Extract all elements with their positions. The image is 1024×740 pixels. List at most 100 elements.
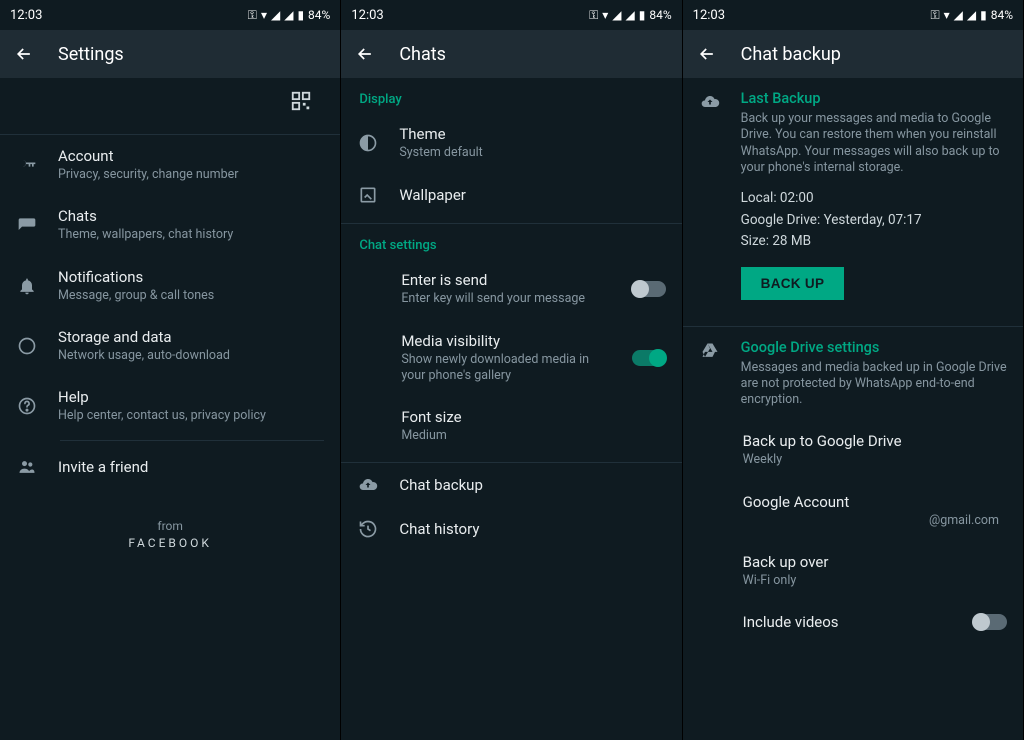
chats-item-chat-history[interactable]: Chat history [341,507,681,551]
wifi-icon: ▾ [944,8,950,22]
wallpaper-icon [357,185,379,205]
item-title: Include videos [743,613,953,631]
item-sub: Medium [401,428,665,444]
app-bar: Chats [341,30,681,78]
wifi-icon: ▾ [602,8,608,22]
data-icon [16,336,38,356]
gdrive-desc: Messages and media backed up in Google D… [741,360,1007,409]
from-label: from [0,519,340,533]
toggle-media-visibility[interactable] [632,350,666,366]
status-bar: 12:03 ⚿ ▾ ◢ ◢ ▮ 84% [683,0,1023,30]
chats-item-chat-backup[interactable]: Chat backup [341,463,681,507]
backup-item-frequency[interactable]: Back up to Google Drive Weekly [683,420,1023,480]
item-sub: Wi-Fi only [743,573,1007,589]
item-title: Chat history [399,520,665,538]
key-icon: ⚿ [589,8,598,23]
item-title: Wallpaper [399,186,665,204]
item-title: Storage and data [58,328,324,346]
signal-icon: ◢ [612,8,621,22]
settings-item-account[interactable]: Account Privacy, security, change number [0,135,340,195]
drive-icon [699,339,721,361]
item-sub: @gmail.com [743,513,1007,529]
back-icon[interactable] [697,44,717,64]
screen-settings: 12:03 ⚿ ▾ ◢ ◢ ▮ 84% Settings Account Pri… [0,0,341,740]
backup-content: Last Backup Back up your messages and me… [683,78,1023,740]
chats-item-media-visibility[interactable]: Media visibility Show newly downloaded m… [341,320,681,397]
item-title: Back up to Google Drive [743,432,1007,450]
item-sub: Message, group & call tones [58,288,324,304]
people-icon [16,457,38,477]
chats-item-font-size[interactable]: Font size Medium [341,396,681,456]
settings-list: Account Privacy, security, change number… [0,78,340,740]
item-sub: Enter key will send your message [401,291,611,307]
toggle-include-videos[interactable] [973,614,1007,630]
clock: 12:03 [693,8,725,23]
key-icon: ⚿ [248,8,257,23]
settings-item-storage[interactable]: Storage and data Network usage, auto-dow… [0,316,340,376]
item-sub: Show newly downloaded media in your phon… [401,352,611,385]
help-icon [16,396,38,416]
chat-icon [16,215,38,235]
screen-chats: 12:03 ⚿ ▾ ◢ ◢ ▮ 84% Chats Display Theme … [341,0,682,740]
last-backup-header: Last Backup [741,90,1007,107]
status-icons: ⚿ ▾ ◢ ◢ ▮ 84% [589,8,672,23]
signal-icon: ◢ [954,8,963,22]
battery-icon: ▮ [639,8,646,22]
gdrive-header: Google Drive settings [741,339,1007,356]
page-title: Settings [58,44,124,65]
battery-text: 84% [308,8,330,22]
from-facebook: from FACEBOOK [0,519,340,550]
signal-icon: ◢ [967,8,976,22]
item-sub: Privacy, security, change number [58,167,324,183]
clock: 12:03 [351,8,383,23]
signal-icon: ◢ [271,8,280,22]
battery-text: 84% [649,8,671,22]
item-title: Chats [58,207,324,225]
item-title: Theme [399,125,665,143]
back-icon[interactable] [355,44,375,64]
key-icon: ⚿ [930,8,939,23]
chats-item-wallpaper[interactable]: Wallpaper [341,173,681,217]
item-sub: Theme, wallpapers, chat history [58,227,324,243]
app-bar: Chat backup [683,30,1023,78]
chats-item-theme[interactable]: Theme System default [341,113,681,173]
item-sub: Network usage, auto-download [58,348,324,364]
chats-item-enter-send[interactable]: Enter is send Enter key will send your m… [341,259,681,319]
bell-icon [16,276,38,296]
signal-icon: ◢ [626,8,635,22]
page-title: Chats [399,44,446,65]
wifi-icon: ▾ [261,8,267,22]
item-title: Help [58,388,324,406]
signal-icon: ◢ [284,8,293,22]
item-title: Chat backup [399,476,665,494]
qr-button[interactable] [0,78,340,134]
back-icon[interactable] [14,44,34,64]
theme-icon [357,133,379,153]
clock: 12:03 [10,8,42,23]
backup-button[interactable]: BACK UP [741,267,845,300]
item-sub: Help center, contact us, privacy policy [58,408,324,424]
cloud-upload-icon [357,475,379,495]
backup-item-account[interactable]: Google Account @gmail.com [683,481,1023,541]
settings-item-chats[interactable]: Chats Theme, wallpapers, chat history [0,195,340,255]
status-icons: ⚿ ▾ ◢ ◢ ▮ 84% [930,8,1013,23]
settings-item-help[interactable]: Help Help center, contact us, privacy po… [0,376,340,436]
key-icon [16,155,38,175]
backup-size: Size: 28 MB [741,233,1007,251]
section-gdrive-settings: Google Drive settings Messages and media… [683,327,1023,421]
cloud-upload-icon [699,90,721,112]
app-bar: Settings [0,30,340,78]
screen-chat-backup: 12:03 ⚿ ▾ ◢ ◢ ▮ 84% Chat backup Last Bac… [683,0,1024,740]
status-bar: 12:03 ⚿ ▾ ◢ ◢ ▮ 84% [0,0,340,30]
last-backup-desc: Back up your messages and media to Googl… [741,111,1007,176]
settings-item-notifications[interactable]: Notifications Message, group & call tone… [0,256,340,316]
battery-text: 84% [991,8,1013,22]
battery-icon: ▮ [297,8,304,22]
item-sub: System default [399,145,665,161]
section-display: Display [341,78,681,113]
settings-item-invite[interactable]: Invite a friend [0,445,340,489]
backup-item-over[interactable]: Back up over Wi-Fi only [683,541,1023,601]
toggle-enter-send[interactable] [632,281,666,297]
backup-item-include-videos[interactable]: Include videos [683,601,1023,643]
item-title: Invite a friend [58,458,324,476]
